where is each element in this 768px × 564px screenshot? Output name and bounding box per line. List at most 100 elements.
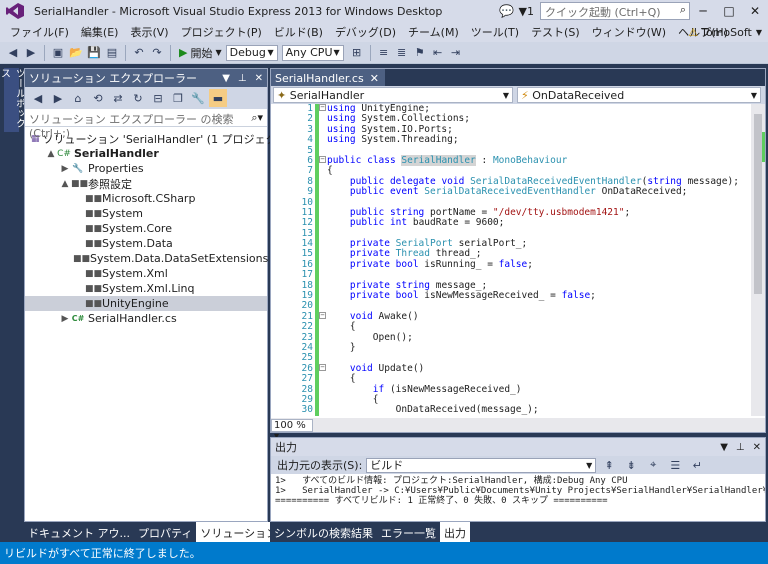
tree-item[interactable]: ■■ System.Data.DataSetExtensions	[25, 251, 268, 266]
tree-item[interactable]: ■■ System	[25, 206, 267, 221]
member-nav-select[interactable]: ⚡ OnDataReceived ▼	[517, 87, 761, 103]
collapse-icon[interactable]: −	[319, 156, 326, 163]
output-line: 1> すべてのビルド情報: プロジェクト:SerialHandler, 構成:D…	[275, 476, 628, 486]
menu-item[interactable]: デバッグ(D)	[329, 24, 402, 40]
tree-item[interactable]: ▲ ■■ 参照設定	[25, 176, 267, 191]
close-button[interactable]: ✕	[742, 0, 768, 22]
history-icon[interactable]: ⟲	[89, 89, 107, 107]
vertical-scrollbar[interactable]	[751, 104, 765, 416]
open-file-icon[interactable]: 📂	[67, 44, 85, 62]
forward-icon[interactable]: ▶	[22, 44, 40, 62]
dropdown-arrow-icon: ▼	[333, 48, 340, 57]
forward-icon[interactable]: ▶	[49, 89, 67, 107]
panel-tab[interactable]: プロパティ	[134, 522, 196, 542]
panel-tab[interactable]: シンボルの検索結果	[270, 522, 377, 542]
sync-icon[interactable]: ⇄	[109, 89, 127, 107]
panel-tab[interactable]: エラー一覧	[377, 522, 440, 542]
start-debugging-button[interactable]: ▶ 開始 ▼	[179, 45, 222, 61]
menu-item[interactable]: テスト(S)	[525, 24, 586, 40]
quick-launch-input[interactable]: クイック起動 (Ctrl+Q) ⌕	[540, 2, 690, 20]
tree-item-label: System	[102, 207, 144, 220]
user-account[interactable]: ⚠ TomoSoft ▼	[688, 22, 762, 42]
expand-arrow-icon[interactable]: ▶	[59, 314, 71, 324]
new-project-icon[interactable]: ▣	[49, 44, 67, 62]
collapse-arrow-icon[interactable]: ▲	[59, 179, 71, 189]
menu-item[interactable]: チーム(M)	[402, 24, 465, 40]
tree-item[interactable]: ▶ 🔧 Properties	[25, 161, 267, 176]
back-icon[interactable]: ◀	[4, 44, 22, 62]
menu-item[interactable]: ウィンドウ(W)	[586, 24, 672, 40]
code-line: private bool isNewMessageReceived_ = fal…	[349, 290, 596, 302]
collapse-all-icon[interactable]: ⊟	[149, 89, 167, 107]
maximize-button[interactable]: □	[716, 0, 742, 22]
scrollbar-thumb[interactable]	[754, 114, 762, 294]
preview-icon[interactable]: ▬	[209, 89, 227, 107]
go-to-previous-icon[interactable]: ⇞	[600, 456, 618, 474]
tree-item[interactable]: ■■ UnityEngine	[25, 296, 267, 311]
refresh-icon[interactable]: ↻	[129, 89, 147, 107]
solution-search-input[interactable]: ソリューション エクスプローラー の検索 (Ctrl+;) ⌕▾	[25, 109, 267, 140]
pin-icon[interactable]: ⊥	[736, 442, 745, 453]
output-source-label: 出力元の表示(S):	[277, 459, 363, 472]
tree-item[interactable]: ■■ System.Xml.Linq	[25, 281, 267, 296]
tree-item[interactable]: ■■ System.Data	[25, 236, 267, 251]
close-icon[interactable]: ✕	[753, 442, 761, 453]
properties-icon[interactable]: 🔧	[189, 89, 207, 107]
code-line: {	[327, 373, 356, 385]
save-icon[interactable]: 💾	[85, 44, 103, 62]
feedback-flag-icon[interactable]: ▼1	[519, 5, 534, 18]
tree-item[interactable]: ■■ System.Core	[25, 221, 267, 236]
code-editor: SerialHandler.cs ✕ ✦ SerialHandler ▼ ⚡ O…	[270, 68, 766, 442]
window-position-icon[interactable]: ▼	[222, 73, 230, 84]
menu-item[interactable]: 編集(E)	[75, 24, 125, 40]
save-all-icon[interactable]: ▤	[103, 44, 121, 62]
redo-icon[interactable]: ↷	[148, 44, 166, 62]
menu-item[interactable]: ファイル(F)	[4, 24, 75, 40]
class-nav-select[interactable]: ✦ SerialHandler ▼	[273, 87, 513, 103]
find-in-files-icon[interactable]: ⊞	[348, 44, 366, 62]
menu-item[interactable]: ビルド(B)	[268, 24, 329, 40]
collapse-icon[interactable]: −	[319, 104, 326, 111]
menu-item[interactable]: ツール(T)	[465, 24, 525, 40]
window-position-icon[interactable]: ▼	[720, 442, 728, 453]
tree-item-label: System.Data	[102, 237, 173, 250]
clear-all-icon[interactable]: ☰	[666, 456, 684, 474]
tree-item[interactable]: ▲ C# SerialHandler	[25, 146, 267, 161]
tree-item[interactable]: ▶ C# SerialHandler.cs	[25, 311, 267, 326]
tree-item-label: ソリューション 'SerialHandler' (1 プロジェクト)	[42, 132, 292, 146]
code-area[interactable]: 1 2 3 4 5 6 7 8 9 10 11 12 13 14 15 16 17 18 19 20 21 22 23 24 2…	[271, 104, 765, 416]
output-source-select[interactable]: ビルド ▼	[366, 457, 597, 473]
home-icon[interactable]: ⌂	[69, 89, 87, 107]
tree-item[interactable]: ■■ Microsoft.CSharp	[25, 191, 267, 206]
bookmark-icon[interactable]: ⚑	[411, 44, 429, 62]
solution-configuration-select[interactable]: Debug ▼	[225, 44, 278, 61]
expand-arrow-icon[interactable]: ▶	[59, 164, 71, 174]
menu-item[interactable]: プロジェクト(P)	[175, 24, 268, 40]
panel-tab[interactable]: ドキュメント アウ...	[24, 522, 134, 542]
minimize-button[interactable]: ─	[690, 0, 716, 22]
back-icon[interactable]: ◀	[29, 89, 47, 107]
uncomment-icon[interactable]: ≣	[393, 44, 411, 62]
notifications-icon[interactable]: 💬	[497, 4, 517, 18]
collapse-arrow-icon[interactable]: ▲	[45, 149, 57, 159]
menu-item[interactable]: 表示(V)	[124, 24, 174, 40]
undo-icon[interactable]: ↶	[130, 44, 148, 62]
pin-icon[interactable]: ⊥	[238, 73, 247, 84]
prev-bookmark-icon[interactable]: ⇤	[429, 44, 447, 62]
word-wrap-icon[interactable]: ↵	[688, 456, 706, 474]
panel-tab[interactable]: 出力	[440, 522, 470, 542]
tab-serialhandler-cs[interactable]: SerialHandler.cs ✕	[271, 69, 385, 86]
copy-icon[interactable]: ❐	[169, 89, 187, 107]
toolbox-tab[interactable]: ツールボックス	[0, 68, 25, 132]
find-message-icon[interactable]: ⌖	[644, 456, 662, 474]
collapse-icon[interactable]: −	[319, 312, 326, 319]
close-tab-icon[interactable]: ✕	[370, 72, 379, 85]
tree-item[interactable]: ■■ System.Xml	[25, 266, 267, 281]
collapse-icon[interactable]: −	[319, 364, 326, 371]
go-to-next-icon[interactable]: ⇟	[622, 456, 640, 474]
solution-platform-select[interactable]: Any CPU ▼	[281, 44, 344, 61]
zoom-select[interactable]: 100 % ▾	[271, 418, 313, 442]
close-icon[interactable]: ✕	[255, 73, 263, 84]
next-bookmark-icon[interactable]: ⇥	[447, 44, 465, 62]
comment-icon[interactable]: ≡	[375, 44, 393, 62]
